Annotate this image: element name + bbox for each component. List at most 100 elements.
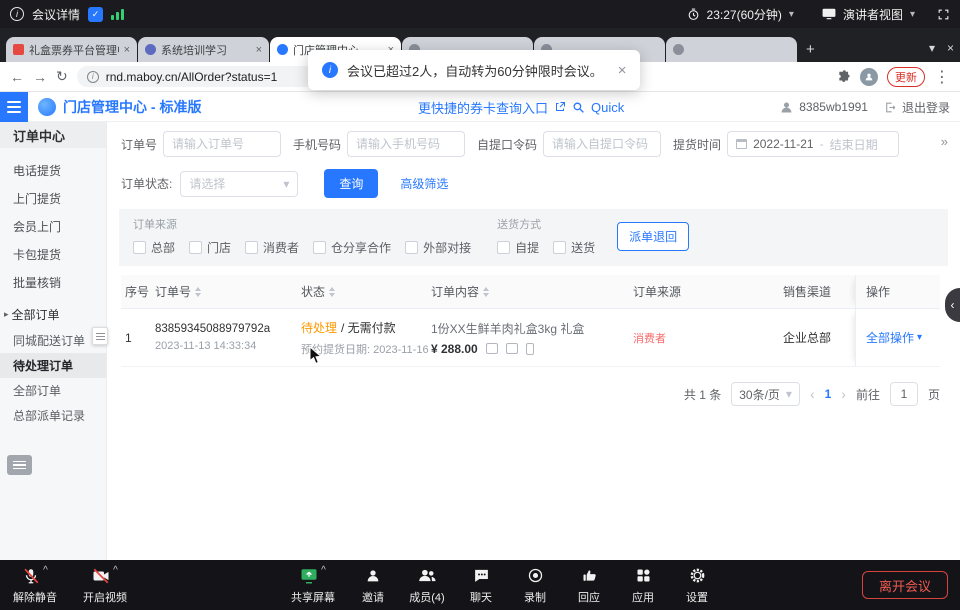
pickup-code-input[interactable] [543, 131, 661, 157]
video-button[interactable]: ^ 开启视频 [74, 560, 136, 610]
sidebar-item-pending-orders[interactable]: 待处理订单 [0, 353, 106, 378]
forward-icon[interactable]: → [33, 69, 47, 85]
browser-tab[interactable] [666, 37, 797, 62]
row-actions-dropdown[interactable]: 全部操作 ▾ [866, 329, 922, 346]
checkbox-source-hq[interactable]: 总部 [133, 239, 175, 256]
sidebar-item-hq-dispatch-records[interactable]: 总部派单记录 [0, 403, 106, 428]
meeting-details-label[interactable]: 会议详情 [32, 6, 80, 23]
browser-menu-icon[interactable]: ⋮ [934, 67, 950, 87]
browser-tab[interactable]: 礼盒票券平台管理中心 × [6, 37, 137, 62]
browser-tab[interactable]: 系统培训学习 × [138, 37, 269, 62]
tab-close-icon[interactable]: × [124, 44, 130, 56]
checkbox-source-store[interactable]: 门店 [189, 239, 231, 256]
header-status[interactable]: 状态 [301, 275, 431, 308]
browser-update-button[interactable]: 更新 [887, 67, 925, 87]
table-row: 1 83859345088979792a 2023-11-13 14:33:34… [121, 309, 940, 367]
tab-search-caret-icon[interactable]: ▾ [929, 41, 935, 55]
gear-icon [689, 567, 706, 584]
sort-icon[interactable] [483, 287, 489, 297]
window-close-icon[interactable]: × [947, 41, 954, 55]
leave-meeting-button[interactable]: 离开会议 [862, 571, 948, 599]
filters-collapse-icon[interactable]: » [941, 134, 948, 149]
account-menu[interactable]: 8385wb1991 [779, 100, 868, 115]
mic-options-caret-icon[interactable]: ^ [43, 565, 48, 576]
checkbox-icon [189, 241, 202, 254]
members-button[interactable]: 成员(4) [400, 560, 454, 610]
current-page[interactable]: 1 [825, 387, 832, 401]
share-screen-icon [300, 567, 318, 585]
logout-button[interactable]: 退出登录 [884, 99, 950, 116]
tab-label: 礼盒票券平台管理中心 [29, 42, 119, 58]
order-source-label: 订单来源 [133, 216, 471, 232]
search-button[interactable]: 查询 [324, 169, 378, 198]
settings-button[interactable]: 设置 [670, 560, 724, 610]
meeting-timer: 23:27(60分钟) [707, 6, 782, 23]
page-size-select[interactable]: 30条/页 ▾ [731, 382, 800, 406]
order-status-select[interactable]: 请选择 ▾ [180, 171, 298, 197]
header-order-no[interactable]: 订单号 [155, 275, 301, 308]
quick-entry-link[interactable]: 更快捷的券卡查询入口 [418, 98, 548, 117]
sidebar-item-city-delivery-orders[interactable]: 同城配送订单 [0, 328, 106, 353]
external-link-icon[interactable] [554, 101, 566, 113]
checkbox-source-consumer[interactable]: 消费者 [245, 239, 299, 256]
goto-page-input[interactable] [890, 382, 918, 406]
checkbox-delivery-deliver[interactable]: 送货 [553, 239, 595, 256]
sort-icon[interactable] [329, 287, 335, 297]
invite-button[interactable]: 邀请 [346, 560, 400, 610]
reaction-button[interactable]: 回应 [562, 560, 616, 610]
sidebar-collapse-handle[interactable] [92, 327, 108, 345]
view-mode-label[interactable]: 演讲者视图 [843, 6, 903, 23]
sidebar-item-member-visit[interactable]: 会员上门 [0, 212, 106, 240]
tab-close-icon[interactable]: × [256, 44, 262, 56]
view-mode-caret-icon[interactable]: ▾ [910, 9, 915, 20]
share-screen-button[interactable]: ^ 共享屏幕 [280, 560, 346, 610]
apps-button[interactable]: 应用 [616, 560, 670, 610]
site-info-icon[interactable]: i [87, 71, 99, 83]
share-options-caret-icon[interactable]: ^ [321, 565, 326, 576]
settings-label: 设置 [686, 589, 708, 605]
sidebar-group-all-orders[interactable]: ▸ 全部订单 [0, 300, 106, 328]
date-range-picker[interactable]: 2022-11-21 - 结束日期 [727, 131, 899, 157]
sidebar-item-batch-redeem[interactable]: 批量核销 [0, 268, 106, 296]
dispatch-return-button[interactable]: 派单退回 [617, 222, 689, 251]
new-tab-button[interactable]: + [806, 41, 815, 58]
sidebar-item-phone-pickup[interactable]: 电话提货 [0, 156, 106, 184]
sort-icon[interactable] [195, 287, 201, 297]
extensions-puzzle-icon[interactable] [837, 70, 851, 84]
sidebar-item-all-orders[interactable]: 全部订单 [0, 378, 106, 403]
prev-page-icon[interactable]: ‹ [810, 386, 815, 402]
toast-close-icon[interactable]: × [618, 62, 627, 79]
mute-button[interactable]: ^ 解除静音 [4, 560, 66, 610]
order-no-input[interactable] [163, 131, 281, 157]
header-source: 订单来源 [633, 275, 783, 308]
browser-profile-avatar[interactable] [860, 68, 878, 86]
mic-off-icon [22, 567, 40, 585]
message-icon[interactable] [506, 343, 518, 354]
checkbox-source-external[interactable]: 外部对接 [405, 239, 471, 256]
phone-icon[interactable] [526, 343, 534, 355]
quick-label[interactable]: Quick [591, 100, 624, 115]
reaction-label: 回应 [578, 589, 600, 605]
sidebar-item-door-pickup[interactable]: 上门提货 [0, 184, 106, 212]
reload-icon[interactable]: ↻ [56, 68, 68, 85]
print-icon[interactable] [486, 343, 498, 354]
phone-input[interactable] [347, 131, 465, 157]
sidebar-toggle-button[interactable] [0, 92, 28, 122]
chat-button[interactable]: 聊天 [454, 560, 508, 610]
sidebar-list-tool-button[interactable] [7, 455, 32, 475]
record-button[interactable]: 录制 [508, 560, 562, 610]
back-icon[interactable]: ← [10, 69, 24, 85]
chevron-down-icon: ▾ [283, 177, 289, 191]
checkbox-source-share-coop[interactable]: 仓分享合作 [313, 239, 391, 256]
search-icon[interactable] [572, 101, 585, 114]
checkbox-icon [133, 241, 146, 254]
sidebar-item-card-pickup[interactable]: 卡包提货 [0, 240, 106, 268]
timer-caret-icon[interactable]: ▾ [789, 9, 794, 20]
fullscreen-icon[interactable] [937, 8, 950, 21]
video-options-caret-icon[interactable]: ^ [113, 565, 118, 576]
checkbox-delivery-pickup[interactable]: 自提 [497, 239, 539, 256]
advanced-filter-link[interactable]: 高级筛选 [400, 175, 448, 192]
next-page-icon[interactable]: › [841, 386, 846, 402]
header-content[interactable]: 订单内容 [431, 275, 633, 308]
pickup-date: 预约提货日期: 2023-11-16 [301, 341, 429, 357]
